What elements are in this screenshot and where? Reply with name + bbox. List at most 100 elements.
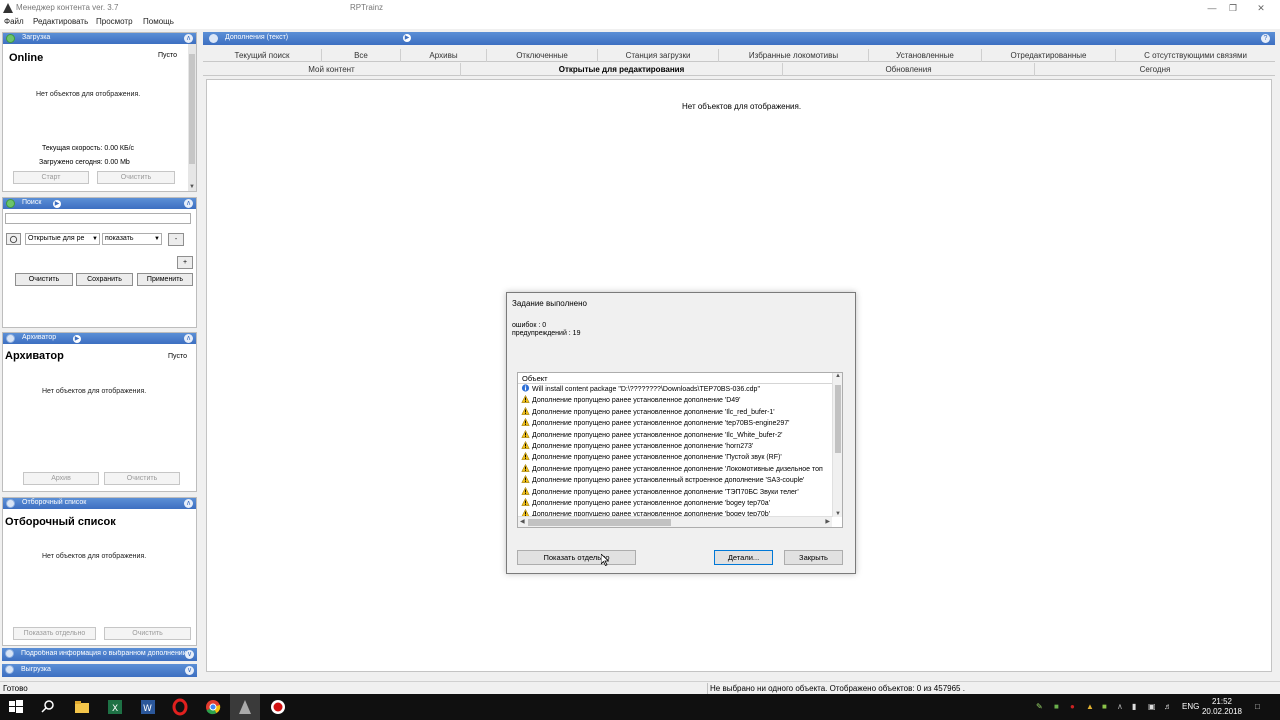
list-item[interactable]: Дополнение пропущено ранее установленное… <box>518 440 831 452</box>
menu-edit[interactable]: Редактировать <box>33 17 88 26</box>
tab-current-search[interactable]: Текущий поиск <box>203 49 322 62</box>
notifications-icon[interactable]: □ <box>1255 702 1260 711</box>
archiver-clear-button[interactable]: Очистить <box>104 472 180 485</box>
opera-icon[interactable] <box>171 698 189 716</box>
shortlist-panel-header[interactable]: Отборочный список ∧ <box>3 498 196 509</box>
minimize-icon[interactable]: — <box>1201 1 1223 15</box>
list-item[interactable]: Дополнение пропущено ранее установленное… <box>518 418 831 429</box>
restore-icon[interactable]: ❐ <box>1222 1 1244 15</box>
close-button[interactable]: Закрыть <box>784 550 843 565</box>
expand-icon[interactable]: ∨ <box>185 666 194 675</box>
tray-expand-icon[interactable]: ∧ <box>1117 702 1123 711</box>
column-header-object[interactable]: Объект <box>518 373 842 384</box>
search-refresh-button[interactable] <box>6 233 21 245</box>
show-separately-button[interactable]: Показать отдельно <box>517 550 636 565</box>
list-item[interactable]: Дополнение пропущено ранее установленное… <box>518 497 831 509</box>
tray-language[interactable]: ENG <box>1182 702 1199 711</box>
result-list[interactable]: Объект Will install content package "D:\… <box>517 372 843 528</box>
menu-bar: Файл Редактировать Просмотр Помощь <box>0 16 1280 29</box>
search-input[interactable] <box>5 213 191 224</box>
tab-favorite-locos[interactable]: Избранные локомотивы <box>719 49 869 62</box>
search-clear-button[interactable]: Очистить <box>15 273 73 286</box>
download-scrollbar[interactable]: ▼ <box>188 44 196 191</box>
help-icon[interactable]: ? <box>1261 34 1270 43</box>
menu-view[interactable]: Просмотр <box>96 17 133 26</box>
collapse-icon[interactable]: ∧ <box>184 499 193 508</box>
tab-open-for-edit[interactable]: Открытые для редактирования <box>461 63 783 76</box>
file-explorer-icon[interactable] <box>73 698 91 716</box>
tray-record-icon[interactable]: ● <box>1070 702 1075 711</box>
tab-disabled[interactable]: Отключенные <box>487 49 598 62</box>
add-filter-button[interactable]: + <box>177 256 193 269</box>
remove-filter-button[interactable]: - <box>168 233 184 246</box>
collapse-icon[interactable]: ∧ <box>184 34 193 43</box>
collapse-icon[interactable]: ∧ <box>184 334 193 343</box>
list-item[interactable]: Дополнение пропущено ранее установленное… <box>518 486 831 498</box>
tab-my-content[interactable]: Мой контент <box>203 63 461 76</box>
taskbar-clock[interactable]: 21:52 20.02.2018 <box>1200 697 1244 717</box>
tab-edited[interactable]: Отредактированные <box>982 49 1116 62</box>
tray-app-icon[interactable]: ■ <box>1054 702 1059 711</box>
dialog-errors: ошибок : 0 <box>512 322 547 329</box>
download-panel-header[interactable]: Загрузка ∧ <box>3 33 196 44</box>
archiver-panel-label: Архиватор <box>22 334 57 341</box>
content-empty-message: Нет объектов для отображения. <box>682 102 802 111</box>
filter-select[interactable]: Открытые для ре ▼ <box>25 233 100 245</box>
tab-all[interactable]: Все <box>322 49 401 62</box>
excel-icon[interactable]: X <box>106 698 124 716</box>
tray-status-icon[interactable]: ■ <box>1102 702 1107 711</box>
search-save-button[interactable]: Сохранить <box>76 273 133 286</box>
tab-download-station[interactable]: Станция загрузки <box>598 49 719 62</box>
list-item[interactable]: Дополнение пропущено ранее установленное… <box>518 463 831 475</box>
warning-icon <box>521 452 530 461</box>
dialog-title: Задание выполнено <box>512 299 587 308</box>
export-panel[interactable]: Выгрузка ∨ <box>2 664 197 677</box>
archiver-expand-icon[interactable]: ▶ <box>73 334 81 343</box>
archive-button[interactable]: Архив <box>23 472 99 485</box>
taskbar-active-app[interactable] <box>230 694 260 720</box>
list-item[interactable]: Will install content package "D:\???????… <box>518 384 831 395</box>
warning-icon <box>521 406 530 415</box>
tray-network-icon[interactable]: ▣ <box>1148 702 1156 711</box>
show-select[interactable]: показать ▼ <box>102 233 162 245</box>
menu-file[interactable]: Файл <box>4 17 24 26</box>
shortlist-show-button[interactable]: Показать отдельно <box>13 627 96 640</box>
result-vscroll[interactable]: ▲ ▼ <box>832 373 842 517</box>
svg-text:X: X <box>112 704 118 714</box>
collapse-icon[interactable]: ∧ <box>184 199 193 208</box>
tab-missing-deps[interactable]: С отсутствующими связями <box>1116 49 1275 62</box>
download-clear-button[interactable]: Очистить <box>97 171 175 184</box>
tray-shield-icon[interactable]: ▲ <box>1086 702 1094 711</box>
search-icon[interactable] <box>39 698 57 716</box>
list-item[interactable]: Дополнение пропущено ранее установленное… <box>518 406 831 418</box>
list-item[interactable]: Дополнение пропущено ранее установленный… <box>518 475 831 486</box>
shortlist-clear-button[interactable]: Очистить <box>104 627 191 640</box>
record-icon[interactable] <box>269 698 287 716</box>
tab-updates[interactable]: Обновления <box>783 63 1035 76</box>
word-icon[interactable]: W <box>139 698 157 716</box>
details-panel[interactable]: Подробная информация о выбранном дополне… <box>2 648 197 661</box>
search-panel-header[interactable]: Поиск ▶ ∧ <box>3 198 196 209</box>
tray-pen-icon[interactable]: ✎ <box>1036 702 1043 711</box>
tab-installed[interactable]: Установленные <box>869 49 982 62</box>
archiver-panel-header[interactable]: Архиватор ▶ ∧ <box>3 333 196 344</box>
header-expand-icon[interactable]: ▶ <box>403 34 411 42</box>
expand-icon[interactable]: ∨ <box>185 650 194 659</box>
tray-battery-icon[interactable]: ▮ <box>1132 702 1136 711</box>
start-button[interactable]: Старт <box>13 171 89 184</box>
tab-archives[interactable]: Архивы <box>401 49 487 62</box>
list-item[interactable]: Дополнение пропущено ранее установленное… <box>518 395 831 406</box>
windows-start-icon[interactable] <box>7 698 25 716</box>
tab-today[interactable]: Сегодня <box>1035 63 1275 76</box>
list-item[interactable]: Дополнение пропущено ранее установленное… <box>518 429 831 441</box>
tray-volume-icon[interactable]: ♬ <box>1164 702 1172 711</box>
result-hscroll[interactable]: ◀ ▶ <box>518 516 832 527</box>
details-button[interactable]: Детали... <box>714 550 773 565</box>
chrome-icon[interactable] <box>204 698 222 716</box>
search-expand-icon[interactable]: ▶ <box>53 199 61 208</box>
search-apply-button[interactable]: Применить <box>137 273 193 286</box>
close-icon[interactable]: ✕ <box>1250 1 1272 15</box>
menu-help[interactable]: Помощь <box>143 17 174 26</box>
warning-icon <box>521 497 530 506</box>
list-item[interactable]: Дополнение пропущено ранее установленное… <box>518 452 831 463</box>
